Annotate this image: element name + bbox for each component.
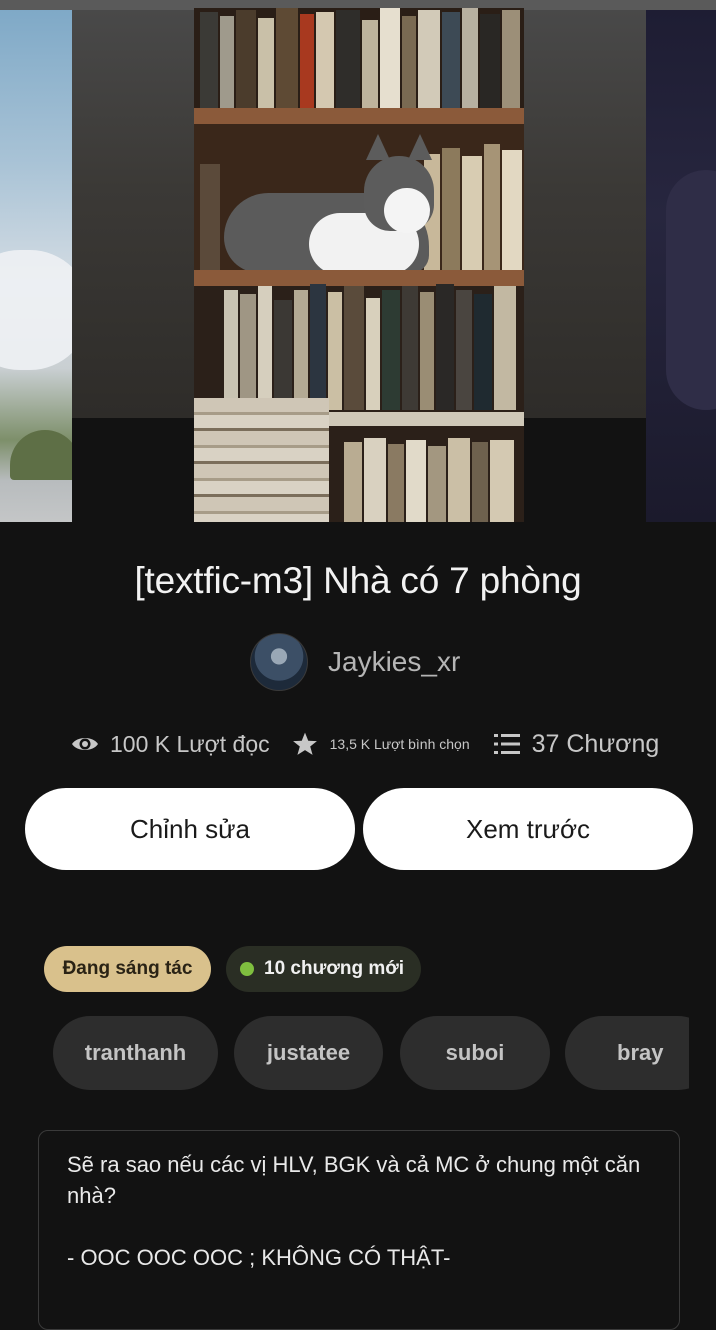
previous-story-cover[interactable] — [0, 10, 72, 522]
story-stats: 100 K Lượt đọc 13,5 K Lượt bình chọn 37 … — [70, 722, 659, 766]
chapters-stat: 37 Chương — [493, 729, 660, 759]
author-name[interactable]: Jaykies_xr — [328, 646, 460, 678]
next-story-cover[interactable] — [646, 10, 716, 522]
cover-carousel[interactable] — [0, 0, 716, 522]
new-chapters-badge: 10 chương mới — [226, 946, 421, 992]
story-cover-image[interactable] — [194, 8, 524, 522]
list-icon — [493, 733, 520, 755]
author-info[interactable]: Jaykies_xr — [250, 633, 460, 691]
description-line: - OOC OOC OOC ; KHÔNG CÓ THẬT- — [67, 1245, 451, 1270]
tag-list[interactable]: tranthanh justatee suboi bray — [53, 1016, 689, 1090]
description-line: Sẽ ra sao nếu các vị HLV, BGK và cả MC ở… — [67, 1152, 641, 1208]
shelf-board — [194, 108, 524, 124]
new-chapters-label: 10 chương mới — [264, 958, 405, 979]
star-icon — [292, 731, 318, 757]
tag-chip[interactable]: justatee — [234, 1016, 383, 1090]
edit-story-button[interactable]: Chỉnh sửa — [25, 788, 355, 870]
author-avatar[interactable] — [250, 633, 308, 691]
story-title: [textfic-m3] Nhà có 7 phòng — [134, 560, 582, 601]
tag-chip[interactable]: bray — [565, 1016, 689, 1090]
reads-count: 100 K Lượt đọc — [110, 730, 270, 757]
votes-stat: 13,5 K Lượt bình chọn — [292, 731, 470, 757]
cloud-graphic — [0, 250, 72, 370]
eye-icon — [70, 733, 100, 755]
reads-stat: 100 K Lượt đọc — [70, 731, 270, 758]
chapters-count: 37 Chương — [531, 729, 660, 758]
new-indicator-dot-icon — [240, 962, 254, 976]
tag-chip[interactable]: tranthanh — [53, 1016, 218, 1090]
votes-count: 13,5 K Lượt bình chọn — [329, 736, 470, 752]
shelf-board — [194, 270, 524, 286]
status-badge: Đang sáng tác — [44, 946, 211, 992]
tree-graphic — [10, 430, 72, 480]
preview-story-button[interactable]: Xem trước — [363, 788, 693, 870]
story-description[interactable]: Sẽ ra sao nếu các vị HLV, BGK và cả MC ở… — [38, 1130, 680, 1330]
tag-chip[interactable]: suboi — [400, 1016, 550, 1090]
bookshelf-row — [194, 8, 524, 108]
paper-stack-graphic — [194, 398, 329, 522]
status-badge-label: Đang sáng tác — [62, 958, 193, 979]
